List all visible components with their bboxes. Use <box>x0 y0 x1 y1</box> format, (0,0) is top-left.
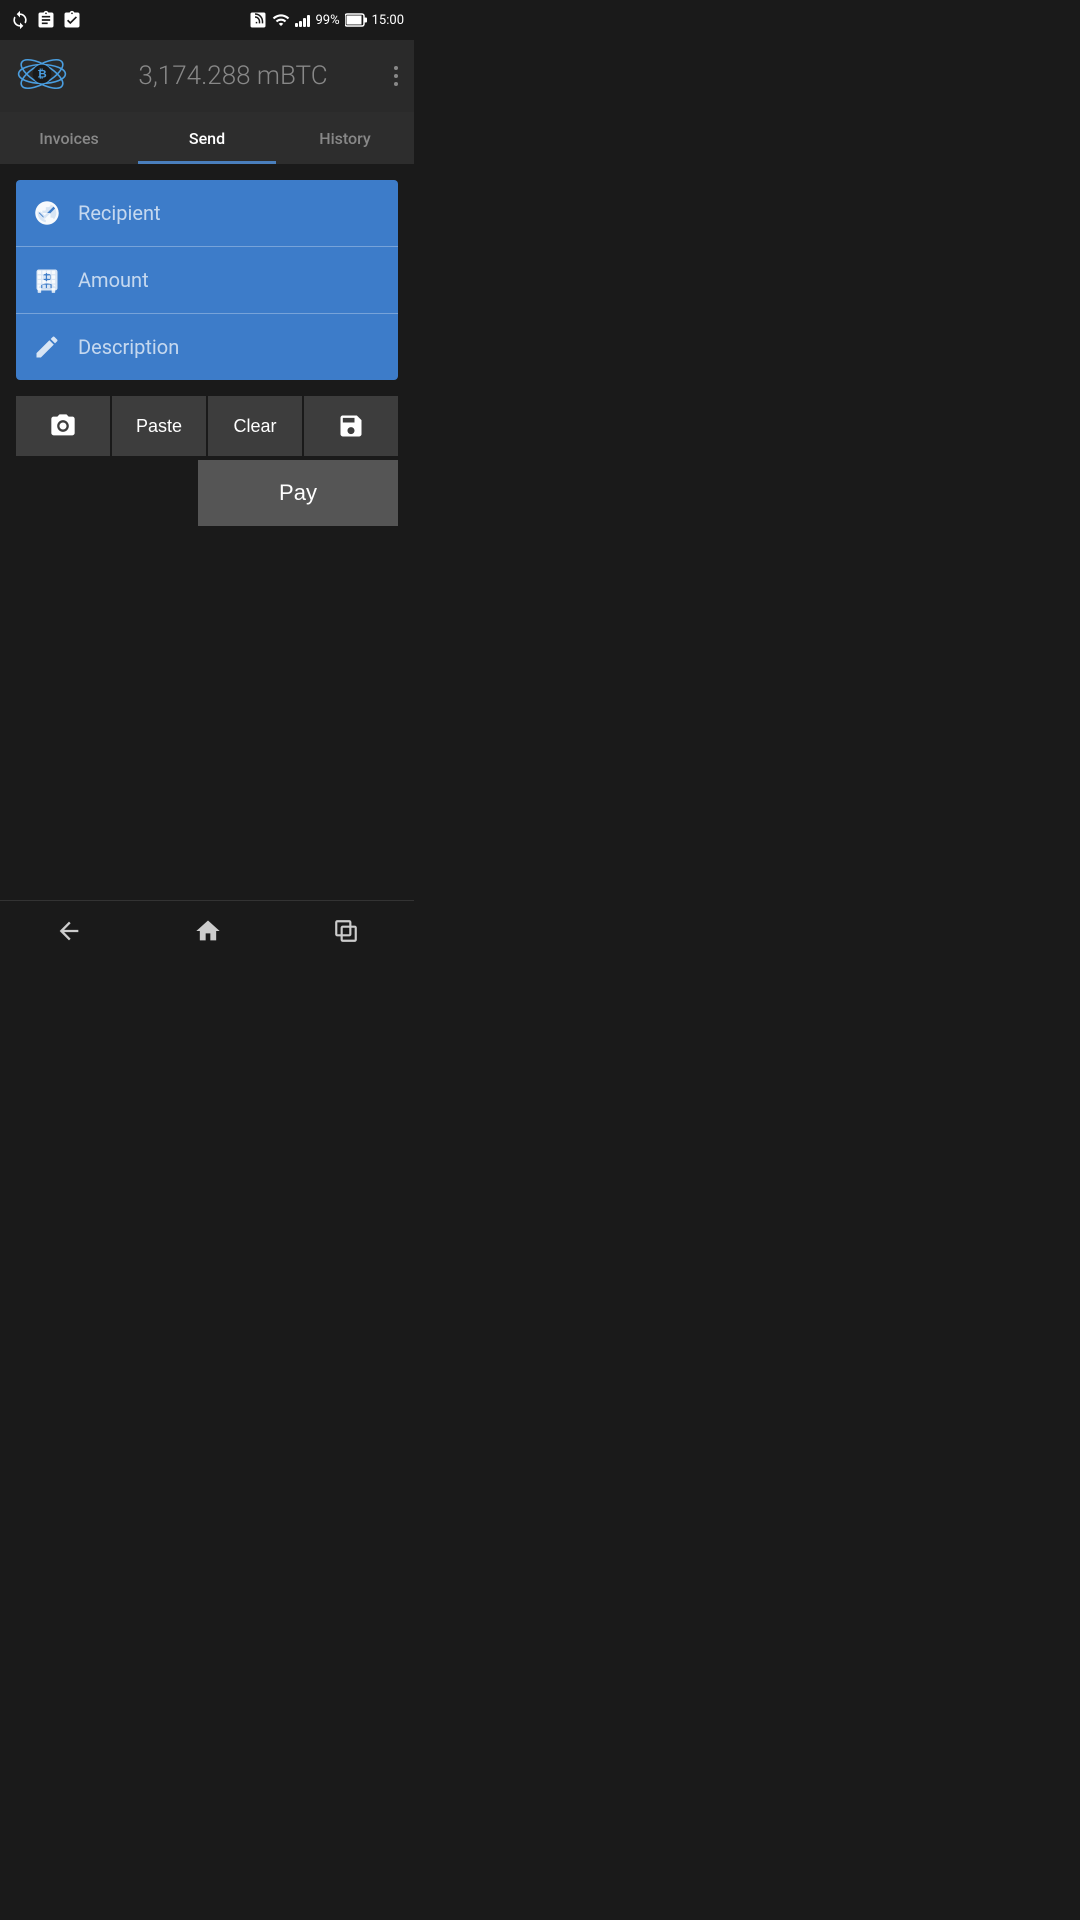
battery-icon <box>345 13 367 27</box>
send-form: Recipient <box>16 180 398 380</box>
paste-button[interactable]: Paste <box>112 396 206 456</box>
svg-text:₿: ₿ <box>37 67 46 81</box>
description-row[interactable]: Description <box>16 314 398 380</box>
camera-icon <box>49 412 77 440</box>
recipient-icon <box>32 198 62 228</box>
battery-percentage: 99% <box>315 13 339 28</box>
recipient-row[interactable]: Recipient <box>16 180 398 247</box>
status-bar: 99% 15:00 <box>0 0 414 40</box>
signal-bars <box>295 13 310 27</box>
status-icons <box>10 10 82 30</box>
recent-apps-button[interactable] <box>333 918 359 944</box>
sync-icon <box>10 10 30 30</box>
save-icon <box>337 412 365 440</box>
status-right: 99% 15:00 <box>249 11 404 29</box>
wifi-icon <box>272 11 290 29</box>
amount-label: Amount <box>78 268 149 292</box>
description-icon <box>32 332 62 362</box>
save-button[interactable] <box>304 396 398 456</box>
amount-icon <box>32 265 62 295</box>
tab-invoices[interactable]: Invoices <box>0 112 138 164</box>
pay-section: Pay <box>16 460 398 526</box>
home-button[interactable] <box>194 917 222 945</box>
app-header: ₿ 3,174.288 mBTC <box>0 40 414 112</box>
time-display: 15:00 <box>372 13 404 28</box>
tab-bar: Invoices Send History <box>0 112 414 164</box>
description-label: Description <box>78 335 179 359</box>
amount-row[interactable]: Amount <box>16 247 398 314</box>
app-logo: ₿ <box>16 48 72 104</box>
home-icon <box>194 917 222 945</box>
tab-history[interactable]: History <box>276 112 414 164</box>
balance-display: 3,174.288 mBTC <box>86 61 380 91</box>
clipboard-icon <box>36 10 56 30</box>
nav-bar <box>0 900 414 960</box>
tab-send[interactable]: Send <box>138 112 276 164</box>
recipient-label: Recipient <box>78 201 161 225</box>
back-icon <box>55 917 83 945</box>
more-menu-button[interactable] <box>394 66 398 86</box>
recent-apps-icon <box>333 918 359 944</box>
back-button[interactable] <box>55 917 83 945</box>
check-clipboard-icon <box>62 10 82 30</box>
action-buttons: Paste Clear <box>16 396 398 456</box>
nfc-icon <box>249 11 267 29</box>
pay-button[interactable]: Pay <box>198 460 398 526</box>
clear-button[interactable]: Clear <box>208 396 302 456</box>
camera-button[interactable] <box>16 396 110 456</box>
